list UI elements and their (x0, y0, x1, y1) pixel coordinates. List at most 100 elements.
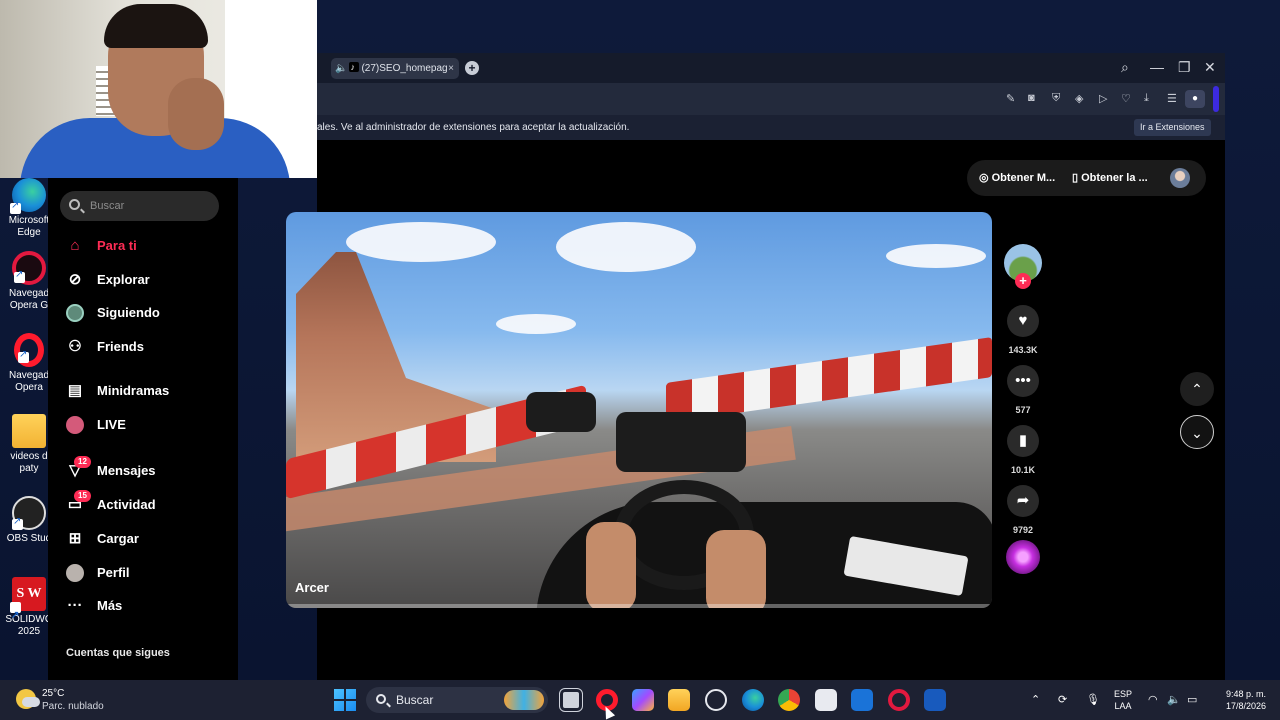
like-button[interactable]: ♥ (1007, 305, 1039, 337)
menu-icon[interactable]: ☰ (1167, 92, 1177, 105)
comment-count: 577 (1015, 405, 1031, 415)
video-barrier (666, 337, 992, 423)
speaker-icon[interactable]: 🔈 (335, 63, 347, 74)
bookmark-icon: ▮ (1018, 432, 1028, 449)
tab-close-icon[interactable]: × (448, 58, 454, 79)
start-button[interactable] (334, 689, 356, 711)
word-icon[interactable] (924, 689, 946, 711)
weather-temperature[interactable]: 25°C (42, 688, 64, 699)
chrome-icon[interactable] (778, 689, 800, 711)
sidebar-item-explorar[interactable]: ⊘ Explorar (66, 268, 150, 292)
sidebar-item-siguiendo[interactable]: Siguiendo (66, 301, 160, 325)
tiktok-sidebar: Buscar ⌂ Para ti ⊘ Explorar Siguiendo ⚇ Fri… (48, 178, 238, 680)
user-avatar[interactable] (1170, 168, 1190, 188)
profile-avatar-icon (66, 564, 84, 582)
more-icon: ··· (67, 597, 83, 614)
tab-title: (27)SEO_homepag (361, 63, 448, 74)
search-input[interactable]: Buscar (60, 191, 219, 221)
camera-icon[interactable]: ◙ (1028, 92, 1035, 104)
previous-video-button[interactable]: ⌃ (1180, 372, 1214, 406)
sidebar-item-live[interactable]: LIVE (66, 413, 126, 437)
tab-tiktok[interactable]: 🔈 (27)SEO_homepag × (331, 58, 459, 79)
show-hidden-icons-icon[interactable]: ⌃ (1031, 693, 1040, 706)
wifi-icon[interactable]: ◠ (1148, 693, 1158, 706)
vpn-icon[interactable]: ◈ (1075, 92, 1083, 105)
sidebar-item-actividad[interactable]: ▭ 15 Actividad (66, 490, 156, 517)
language-indicator[interactable]: ESP LAA (1113, 688, 1133, 712)
file-explorer-icon[interactable] (668, 689, 690, 711)
sidebar-item-label: Cargar (97, 531, 139, 546)
volume-icon[interactable]: 🔈 (1167, 693, 1181, 706)
next-video-button[interactable]: ⌄ (1180, 415, 1214, 449)
edit-icon[interactable]: ✎ (1006, 92, 1015, 105)
sidebar-item-label: Perfil (97, 565, 130, 580)
outlook-icon[interactable] (851, 689, 873, 711)
copilot-icon[interactable] (632, 689, 654, 711)
heart-icon[interactable]: ♡ (1121, 92, 1131, 105)
follow-button[interactable]: + (1015, 273, 1031, 289)
solidworks-icon: S W (10, 577, 46, 633)
music-disc-icon[interactable] (1006, 540, 1040, 574)
video-kart (616, 412, 746, 472)
sidebar-item-label: Para ti (97, 238, 137, 253)
minimize-icon[interactable]: — (1150, 59, 1164, 75)
video-kart (526, 392, 596, 432)
video-player[interactable]: Arcer (286, 212, 992, 608)
video-author[interactable]: Arcer (295, 580, 329, 595)
play-icon[interactable]: ▷ (1099, 92, 1107, 105)
shield-icon[interactable]: ⛨ (1052, 92, 1060, 105)
following-avatar-icon (66, 304, 84, 322)
weather-icon[interactable] (16, 689, 40, 709)
sidebar-item-minidramas[interactable]: ▤ Minidramas (66, 379, 169, 403)
profile-icon[interactable]: ● (1185, 90, 1205, 108)
phone-icon: ▯ (1072, 172, 1079, 184)
close-window-icon[interactable]: ✕ (1204, 59, 1216, 76)
share-icon: ➦ (1016, 492, 1030, 509)
webcam-person-hand (168, 78, 224, 150)
sidebar-item-mensajes[interactable]: ▽ 12 Mensajes (66, 456, 156, 483)
comment-button[interactable]: ••• (1007, 365, 1039, 397)
sidebar-item-label: Explorar (97, 272, 150, 287)
restore-icon[interactable]: ❐ (1178, 59, 1191, 76)
messages-icon: ▽ 12 (66, 456, 91, 480)
battery-icon[interactable]: ▭ (1187, 693, 1197, 706)
system-clock[interactable]: 9:48 p. m. 17/8/2026 (1206, 688, 1266, 712)
opera-gx-taskbar-icon[interactable] (888, 689, 910, 711)
store-icon[interactable] (815, 689, 837, 711)
notification-text: ales. Ve al administrador de extensiones… (317, 122, 630, 133)
save-button[interactable]: ▮ (1007, 425, 1039, 457)
task-view-icon[interactable] (559, 688, 583, 712)
taskbar: 25°C Parc. nublado Buscar ⌃ ⟳ 🎙 ESP LAA … (0, 680, 1280, 720)
new-tab-button[interactable]: + (465, 61, 479, 75)
keyboard-layout: LAA (1114, 701, 1132, 711)
shortcut-arrow-icon (10, 599, 21, 633)
folder-icon (12, 414, 46, 448)
sidebar-item-label: Minidramas (97, 383, 170, 398)
share-button[interactable]: ➦ (1007, 485, 1039, 517)
sidebar-item-para-ti[interactable]: ⌂ Para ti (66, 234, 137, 258)
tab-search-icon[interactable]: ⌕ (1121, 59, 1129, 76)
sidebar-item-mas[interactable]: ··· Más (66, 594, 123, 618)
clock-time: 9:48 p. m. (1225, 689, 1266, 699)
sidebar-item-friends[interactable]: ⚇ Friends (66, 335, 144, 359)
tab-bar: 🔈 (27)SEO_homepag × + ⌕ — ❐ ✕ (317, 53, 1225, 83)
weather-description[interactable]: Parc. nublado (42, 701, 104, 712)
microphone-icon[interactable]: 🎙 (1086, 693, 1100, 706)
sidebar-item-perfil[interactable]: Perfil (66, 561, 130, 585)
video-progress-bar[interactable] (286, 604, 992, 608)
taskbar-search[interactable]: Buscar (366, 687, 548, 713)
go-to-extensions-button[interactable]: Ir a Extensiones (1134, 119, 1211, 136)
download-icon[interactable]: ⤓ (1144, 92, 1149, 105)
sync-icon[interactable]: ⟳ (1058, 693, 1067, 706)
get-coins-label: Obtener M... (991, 172, 1056, 184)
shortcut-arrow-icon (14, 269, 25, 283)
get-coins-button[interactable]: ◎ Obtener M... (979, 171, 1055, 184)
get-app-button[interactable]: ▯ Obtener la ... (1072, 171, 1148, 184)
address-bar[interactable]: ✎ ◙ ⛨ ◈ ▷ ♡ ⤓ ☰ ● (317, 83, 1225, 115)
edge-taskbar-icon[interactable] (742, 689, 764, 711)
sidebar-item-cargar[interactable]: ⊞ Cargar (66, 527, 139, 551)
chatgpt-icon[interactable] (705, 689, 727, 711)
messages-badge: 12 (74, 456, 91, 468)
share-count: 9792 (1012, 525, 1034, 535)
clock-date: 17/8/2026 (1225, 701, 1266, 711)
